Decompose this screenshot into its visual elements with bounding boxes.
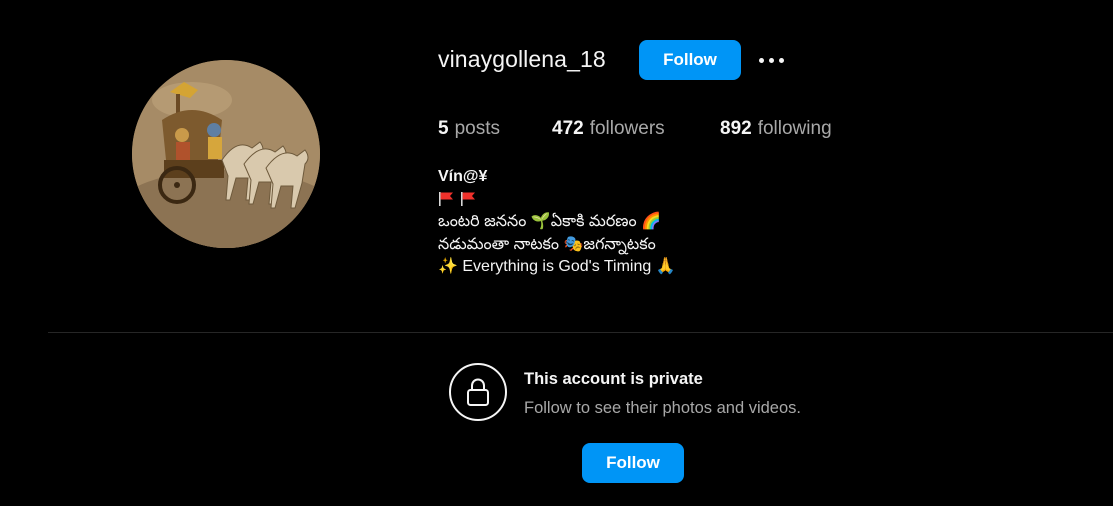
- private-account-subtitle: Follow to see their photos and videos.: [524, 399, 801, 417]
- posts-count-value: 5: [438, 118, 449, 139]
- followers-count-label: followers: [589, 118, 665, 139]
- bio-line-telugu-2: నడుమంతా నాటకం 🎭జగన్నాటకం: [438, 235, 656, 253]
- private-account-title: This account is private: [524, 370, 703, 388]
- profile-page: vinaygollena_18 Follow 5 posts 472 followe…: [0, 0, 1113, 506]
- follow-button[interactable]: Follow: [639, 40, 741, 80]
- followers-count-value: 472: [552, 118, 584, 139]
- bio-flags-line: [438, 189, 676, 212]
- posts-count-label: posts: [454, 118, 500, 139]
- red-flag-icon: [461, 191, 475, 206]
- section-divider: [48, 332, 1113, 333]
- following-count-value: 892: [720, 118, 752, 139]
- more-options-icon: [758, 57, 764, 63]
- bio-line-telugu-1: ఒంటరి జననం 🌱ఏకాకి మరణం 🌈: [438, 213, 662, 230]
- followers-count[interactable]: 472 followers: [552, 118, 665, 140]
- lock-icon: [467, 378, 489, 406]
- lock-badge: [449, 363, 507, 421]
- profile-avatar[interactable]: [132, 60, 320, 248]
- more-options-icon: [778, 57, 784, 63]
- more-options-icon: [768, 57, 774, 63]
- chariot-painting-icon: [132, 60, 320, 248]
- red-flag-icon: [439, 191, 453, 206]
- following-count[interactable]: 892 following: [720, 118, 832, 140]
- display-name: Vín@¥: [438, 168, 488, 185]
- bio-line-english: ✨ Everything is God's Timing 🙏: [438, 258, 676, 275]
- follow-button-private[interactable]: Follow: [582, 443, 684, 483]
- following-count-label: following: [757, 118, 832, 139]
- posts-count: 5 posts: [438, 118, 500, 140]
- profile-username: vinaygollena_18: [438, 46, 606, 72]
- profile-bio: Vín@¥ ఒంటరి జననం 🌱ఏకాకి మరణం 🌈 నడుమంతా న…: [438, 166, 676, 279]
- more-options-button[interactable]: [752, 44, 790, 76]
